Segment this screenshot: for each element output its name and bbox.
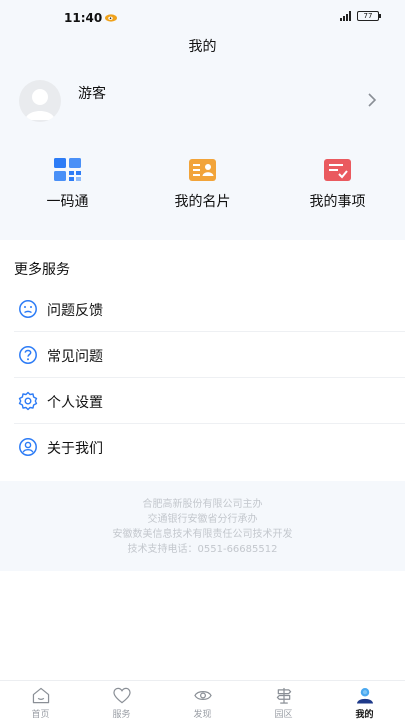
service-item-faq[interactable]: 常见问题 <box>0 332 405 378</box>
signal-icon <box>340 11 351 21</box>
username: 游客 <box>78 86 106 102</box>
quick-action-label: 我的事项 <box>309 194 366 210</box>
footer-line-developer: 安徽数美信息技术有限责任公司技术开发 <box>112 529 293 540</box>
quick-actions: 一码通 我的名片 我的事项 <box>0 158 405 218</box>
service-item-about-us[interactable]: 关于我们 <box>0 424 405 470</box>
home-icon <box>32 687 49 704</box>
status-time: 11:40 <box>64 11 103 25</box>
chevron-right-icon <box>368 93 377 107</box>
status-indicators: 77 <box>340 11 381 21</box>
default-avatar-icon <box>25 89 55 120</box>
qr-code-icon <box>53 158 81 181</box>
feedback-face-icon <box>19 300 37 318</box>
tab-park[interactable]: 园区 <box>243 681 324 720</box>
service-item-feedback[interactable]: 问题反馈 <box>0 286 405 332</box>
task-list-icon <box>323 159 351 181</box>
tab-label: 我的 <box>355 710 374 720</box>
bottom-tab-bar: 首页 服务 发现 园区 我的 <box>0 680 405 720</box>
footer-line-organizer: 合肥高新股份有限公司主办 <box>142 499 263 510</box>
quick-action-label: 我的名片 <box>174 194 231 210</box>
heart-icon <box>112 687 131 704</box>
tab-home[interactable]: 首页 <box>0 681 81 720</box>
tab-label: 园区 <box>274 710 293 720</box>
status-bar: 11:40 77 <box>0 0 405 34</box>
tab-discover[interactable]: 发现 <box>162 681 243 720</box>
business-card-icon <box>188 159 216 181</box>
page-title: 我的 <box>188 39 217 55</box>
about-user-icon <box>19 438 37 456</box>
service-item-settings[interactable]: 个人设置 <box>0 378 405 424</box>
help-question-icon <box>19 346 37 364</box>
quick-action-business-card[interactable]: 我的名片 <box>135 158 270 218</box>
service-item-label: 个人设置 <box>47 395 103 411</box>
tab-services[interactable]: 服务 <box>81 681 162 720</box>
eye-icon <box>193 690 212 701</box>
weibo-icon <box>105 14 117 22</box>
service-list: 问题反馈 常见问题 个人设置 关于我们 <box>0 286 405 470</box>
quick-action-label: 一码通 <box>46 194 89 210</box>
service-item-label: 问题反馈 <box>47 303 103 319</box>
avatar <box>19 80 61 122</box>
profile-row[interactable]: 游客 <box>0 72 405 130</box>
battery-icon: 77 <box>357 11 381 21</box>
quick-action-qr-pass[interactable]: 一码通 <box>0 158 135 218</box>
footer-line-support-phone: 技术支持电话：0551-66685512 <box>127 544 278 555</box>
tab-mine[interactable]: 我的 <box>324 681 405 720</box>
tab-label: 发现 <box>193 710 212 720</box>
footer-info: 合肥高新股份有限公司主办 交通银行安徽省分行承办 安徽数美信息技术有限责任公司技… <box>0 481 405 571</box>
settings-gear-icon <box>18 391 38 411</box>
service-item-label: 关于我们 <box>47 441 103 457</box>
profile-icon <box>356 687 373 704</box>
service-item-label: 常见问题 <box>47 349 103 365</box>
quick-action-my-tasks[interactable]: 我的事项 <box>270 158 405 218</box>
tab-label: 首页 <box>31 710 50 720</box>
footer-line-co-organizer: 交通银行安徽省分行承办 <box>147 514 258 525</box>
battery-level: 77 <box>363 12 373 20</box>
tab-label: 服务 <box>112 710 131 720</box>
signpost-icon <box>276 687 291 704</box>
section-title-more-services: 更多服务 <box>14 262 70 278</box>
